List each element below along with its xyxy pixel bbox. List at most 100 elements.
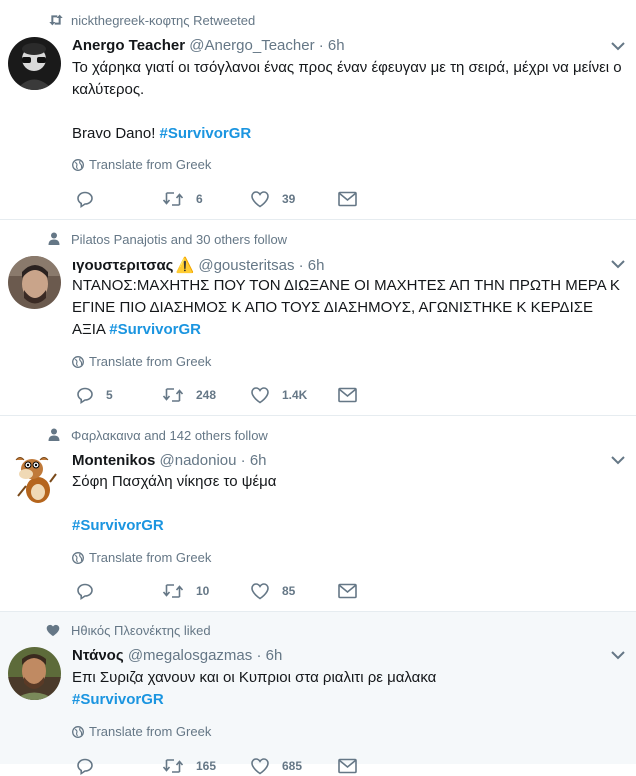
timestamp[interactable]: 6h bbox=[328, 37, 345, 54]
author-name[interactable]: Anergo Teacher bbox=[72, 37, 185, 54]
tweet-text-line: Bravo Dano! #SurvivorGR bbox=[72, 123, 628, 145]
translate-label: Translate from Greek bbox=[89, 354, 212, 369]
translate-link[interactable]: Translate from Greek bbox=[72, 550, 211, 565]
tweet-text-line: ΝΤΑΝΟΣ:ΜΑΧΗΤΗΣ ΠΟΥ ΤΟΝ ΔΙΩΞΑΝΕ ΟΙ ΜΑΧΗΤΕ… bbox=[72, 275, 628, 297]
tweet[interactable]: Φαρλακαινα and 142 others follow Monteni… bbox=[0, 416, 636, 612]
tweet-context-text[interactable]: nickthegreek-κοφτης Retweeted bbox=[71, 13, 255, 28]
translate-link[interactable]: Translate from Greek bbox=[72, 157, 211, 172]
tweet[interactable]: nickthegreek-κοφτης Retweeted Anergo Tea… bbox=[0, 0, 636, 220]
like-count: 85 bbox=[282, 584, 296, 598]
translate-label: Translate from Greek bbox=[89, 157, 212, 172]
direct-message-button[interactable] bbox=[338, 385, 357, 405]
direct-message-button[interactable] bbox=[338, 581, 357, 601]
reply-icon bbox=[77, 583, 93, 600]
author-handle[interactable]: @megalosgazmas bbox=[128, 647, 252, 664]
tweet-header: Montenikos @nadoniou · 6h bbox=[72, 452, 267, 469]
retweet-icon bbox=[162, 192, 184, 206]
avatar[interactable] bbox=[8, 452, 61, 505]
hashtag-link[interactable]: #SurvivorGR bbox=[109, 321, 201, 338]
text-segment: Σόφη Πασχάλη νίκησε το ψέμα bbox=[72, 473, 277, 490]
author-name[interactable]: Montenikos bbox=[72, 452, 155, 469]
separator-dot: · bbox=[240, 452, 246, 469]
text-segment: καλύτερος. bbox=[72, 81, 145, 98]
direct-message-button[interactable] bbox=[338, 756, 357, 776]
timestamp[interactable]: 6h bbox=[250, 452, 267, 469]
text-segment: ΑΞΙΑ bbox=[72, 321, 110, 338]
like-count: 685 bbox=[282, 759, 303, 773]
hashtag-link[interactable]: #SurvivorGR bbox=[72, 517, 164, 534]
like-icon bbox=[251, 387, 269, 404]
chevron-down-icon[interactable] bbox=[610, 38, 626, 54]
hashtag-link[interactable]: #SurvivorGR bbox=[160, 125, 252, 142]
retweet-button[interactable]: 165 bbox=[162, 756, 216, 776]
tweet-text-line: #SurvivorGR bbox=[72, 689, 628, 711]
translate-label: Translate from Greek bbox=[89, 550, 212, 565]
timestamp[interactable]: 6h bbox=[308, 257, 325, 274]
message-icon bbox=[338, 758, 357, 774]
translate-link[interactable]: Translate from Greek bbox=[72, 724, 211, 739]
text-segment: ΝΤΑΝΟΣ:ΜΑΧΗΤΗΣ ΠΟΥ ΤΟΝ ΔΙΩΞΑΝΕ ΟΙ ΜΑΧΗΤΕ… bbox=[72, 277, 620, 294]
tweet-text: Επι Συριζα χανουν και οι Κυπριοι στα ρια… bbox=[72, 667, 628, 711]
separator-dot: · bbox=[298, 257, 304, 274]
reply-icon bbox=[77, 191, 93, 208]
retweet-count: 6 bbox=[196, 192, 203, 206]
like-button[interactable]: 1.4K bbox=[250, 385, 307, 405]
tweet-text: Το χάρηκα γιατί οι τσόγλανοι ένας προς έ… bbox=[72, 57, 628, 145]
like-icon bbox=[251, 191, 269, 208]
author-handle[interactable]: @gousteritsas bbox=[198, 257, 294, 274]
tweet-context-text[interactable]: Ηθικός Πλεονέκτης liked bbox=[71, 623, 211, 638]
avatar[interactable] bbox=[8, 256, 61, 309]
like-icon bbox=[251, 758, 269, 775]
retweet-button[interactable]: 10 bbox=[162, 581, 209, 601]
reply-button[interactable] bbox=[76, 189, 106, 209]
tweet-context-text[interactable]: Φαρλακαινα and 142 others follow bbox=[71, 428, 268, 443]
author-handle[interactable]: @Anergo_Teacher bbox=[189, 37, 314, 54]
chevron-down-icon[interactable] bbox=[610, 647, 626, 663]
tweet-text: Σόφη Πασχάλη νίκησε το ψέμα #SurvivorGR bbox=[72, 471, 628, 537]
author-name[interactable]: ιγουστεριτσας bbox=[72, 257, 173, 274]
timestamp[interactable]: 6h bbox=[266, 647, 283, 664]
retweet-icon bbox=[48, 13, 64, 30]
author-name[interactable]: Ντάνος bbox=[72, 647, 124, 664]
like-button[interactable]: 685 bbox=[250, 756, 302, 776]
globe-icon bbox=[72, 552, 84, 564]
tweet-actions: 10 85 bbox=[76, 581, 376, 601]
tweet-text-line bbox=[72, 101, 628, 123]
author-handle[interactable]: @nadoniou bbox=[160, 452, 237, 469]
avatar[interactable] bbox=[8, 37, 61, 90]
tweet-text: ΝΤΑΝΟΣ:ΜΑΧΗΤΗΣ ΠΟΥ ΤΟΝ ΔΙΩΞΑΝΕ ΟΙ ΜΑΧΗΤΕ… bbox=[72, 275, 628, 341]
retweet-count: 248 bbox=[196, 388, 217, 402]
like-icon bbox=[251, 583, 269, 600]
retweet-button[interactable]: 248 bbox=[162, 385, 216, 405]
tweet-text-line: Σόφη Πασχάλη νίκησε το ψέμα bbox=[72, 471, 628, 493]
avatar[interactable] bbox=[8, 647, 61, 700]
reply-icon bbox=[77, 758, 93, 775]
like-button[interactable]: 85 bbox=[250, 581, 295, 601]
retweet-count: 10 bbox=[196, 584, 210, 598]
chevron-down-icon[interactable] bbox=[610, 256, 626, 272]
tweet-context: Pilatos Panajotis and 30 others follow bbox=[0, 232, 400, 248]
reply-button[interactable] bbox=[76, 756, 106, 776]
tweet-actions: 165 685 bbox=[76, 756, 376, 776]
direct-message-button[interactable] bbox=[338, 189, 357, 209]
separator-dot: · bbox=[318, 37, 324, 54]
text-segment: Bravo Dano! bbox=[72, 125, 160, 142]
tweet[interactable]: Ηθικός Πλεονέκτης liked Ντάνος @megalosg… bbox=[0, 612, 636, 775]
separator-dot: · bbox=[256, 647, 262, 664]
tweet-text-line: ΕΓΙΝΕ ΠΙΟ ΔΙΑΣΗΜΟΣ Κ ΑΠΟ ΤΟΥΣ ΔΙΑΣΗΜΟΥΣ,… bbox=[72, 297, 628, 319]
like-button[interactable]: 39 bbox=[250, 189, 295, 209]
hashtag-link[interactable]: #SurvivorGR bbox=[72, 691, 164, 708]
tweet-context-text[interactable]: Pilatos Panajotis and 30 others follow bbox=[71, 232, 287, 247]
like-count: 1.4K bbox=[282, 388, 308, 402]
globe-icon bbox=[72, 159, 84, 171]
like-count: 39 bbox=[282, 192, 296, 206]
globe-icon bbox=[72, 356, 84, 368]
reply-button[interactable]: 5 bbox=[76, 385, 113, 405]
retweet-count: 165 bbox=[196, 759, 217, 773]
chevron-down-icon[interactable] bbox=[610, 452, 626, 468]
retweet-button[interactable]: 6 bbox=[162, 189, 203, 209]
tweet[interactable]: Pilatos Panajotis and 30 others follow ι… bbox=[0, 220, 636, 416]
retweet-icon bbox=[162, 759, 184, 773]
reply-button[interactable] bbox=[76, 581, 106, 601]
translate-link[interactable]: Translate from Greek bbox=[72, 354, 211, 369]
